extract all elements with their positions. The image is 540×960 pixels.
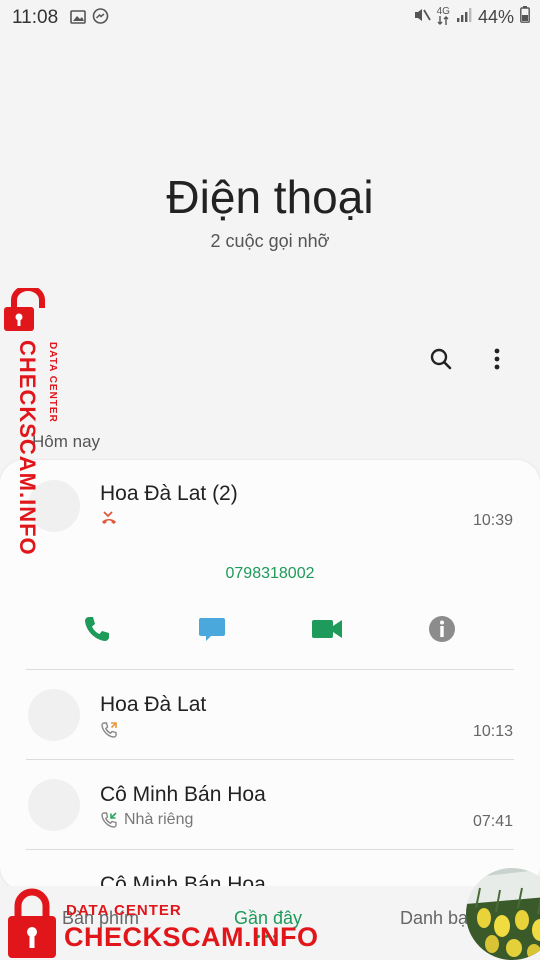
message-icon	[199, 618, 225, 641]
phone-call-icon	[85, 617, 109, 641]
call-log-item[interactable]: Cô Minh Bán Hoa	[0, 850, 540, 890]
call-time: 10:39	[472, 512, 513, 529]
call-log-item[interactable]: Hoa Đà Lat 10:13	[0, 670, 540, 760]
call-log-item[interactable]: Hoa Đà Lat (2) 10:39 0798318002	[0, 460, 540, 670]
watermark-subtitle: DATA CENTER	[66, 902, 182, 919]
contact-name: Hoa Đà Lat (2)	[100, 482, 238, 505]
status-bar: 11:08 4G 44%	[0, 0, 540, 34]
watermark-brand-vertical: CHECKSCAM.INFO	[15, 340, 40, 556]
outgoing-call-icon	[101, 722, 117, 738]
missed-calls-summary: 2 cuộc gọi nhỡ	[210, 231, 330, 251]
call-type: Nhà riêng	[100, 811, 193, 829]
more-options-button[interactable]	[477, 339, 517, 379]
mute-icon	[413, 7, 431, 28]
search-button[interactable]	[421, 339, 461, 379]
avatar	[28, 689, 80, 741]
page-title: Điện thoại	[166, 171, 374, 223]
video-call-button[interactable]	[305, 607, 349, 651]
phone-number[interactable]: 0798318002	[0, 565, 540, 583]
gallery-icon	[70, 9, 86, 29]
message-button[interactable]	[190, 607, 234, 651]
contact-name: Hoa Đà Lat	[100, 693, 207, 716]
missed-call-icon	[102, 511, 116, 524]
call-log-item[interactable]: Cô Minh Bán Hoa Nhà riêng 07:41	[0, 760, 540, 850]
info-button[interactable]	[420, 607, 464, 651]
avatar	[28, 779, 80, 831]
more-options-icon	[494, 348, 500, 370]
data-arrows-icon: 4G	[437, 7, 450, 27]
call-type	[100, 510, 118, 526]
call-time: 07:41	[472, 813, 513, 830]
call-button[interactable]	[75, 607, 119, 651]
battery-percent: 44%	[477, 6, 514, 27]
contact-name: Cô Minh Bán Hoa	[100, 783, 266, 806]
video-call-icon	[312, 620, 342, 638]
info-icon	[429, 616, 455, 642]
status-time: 11:08	[12, 7, 59, 28]
incoming-call-icon	[101, 812, 117, 828]
call-subtext: Nhà riêng	[124, 811, 194, 828]
watermark-brand: CHECKSCAM.INFO	[64, 922, 319, 952]
search-icon	[430, 348, 452, 370]
call-type	[100, 721, 124, 739]
messenger-icon	[92, 8, 109, 30]
call-log-list: Hoa Đà Lat (2) 10:39 0798318002 Hoa Đà L…	[0, 460, 540, 890]
call-time: 10:13	[472, 723, 513, 740]
lock-icon	[4, 288, 45, 331]
battery-icon	[520, 6, 530, 28]
watermark-subtitle-vertical: DATA CENTER	[47, 342, 58, 423]
lock-icon	[8, 888, 56, 958]
watermark-bottom	[4, 886, 60, 960]
signal-icon	[456, 7, 472, 28]
tab-contacts[interactable]: Danh bạ	[400, 908, 468, 929]
